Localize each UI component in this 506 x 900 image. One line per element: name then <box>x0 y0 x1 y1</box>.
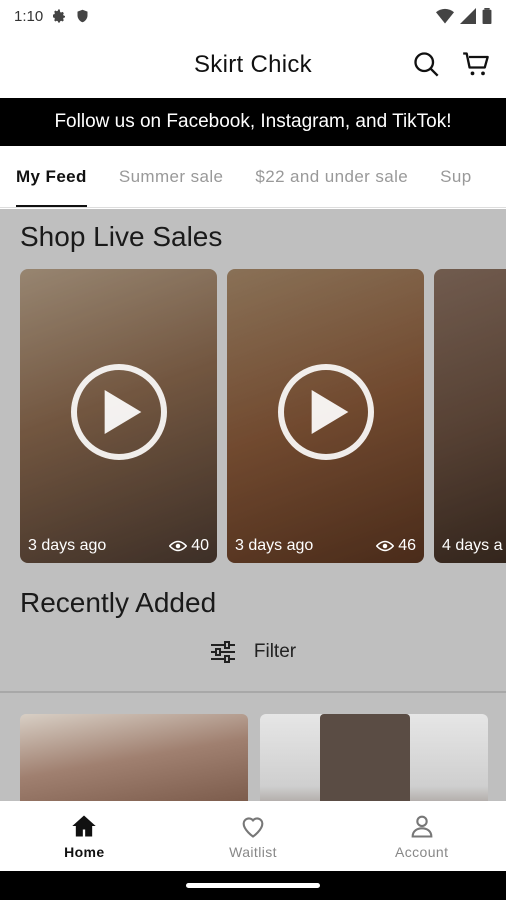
promo-banner[interactable]: Follow us on Facebook, Instagram, and Ti… <box>0 98 506 146</box>
tab-22-and-under-sale[interactable]: $22 and under sale <box>239 146 424 207</box>
tab-sup[interactable]: Sup <box>424 146 487 207</box>
app-title: Skirt Chick <box>194 51 312 78</box>
product-card[interactable] <box>260 714 488 801</box>
status-time: 1:10 <box>14 7 44 25</box>
eye-icon <box>169 540 188 552</box>
app-header: Skirt Chick <box>0 32 506 98</box>
nav-account[interactable]: Account <box>337 801 506 871</box>
play-icon[interactable] <box>70 364 167 460</box>
gesture-bar <box>0 871 506 900</box>
video-views: 40 <box>191 537 209 554</box>
home-icon <box>72 815 96 837</box>
cart-icon[interactable] <box>462 50 490 78</box>
nav-home[interactable]: Home <box>0 801 169 871</box>
feed-content[interactable]: Shop Live Sales 3 days ago 40 3 days ago… <box>0 209 506 801</box>
video-age: 3 days ago <box>28 537 107 554</box>
filter-button[interactable]: Filter <box>0 641 506 663</box>
battery-icon <box>482 8 492 24</box>
video-age: 3 days ago <box>235 537 314 554</box>
status-bar: 1:10 <box>0 0 506 32</box>
product-image <box>320 714 410 801</box>
category-tabs: My Feed Summer sale $22 and under sale S… <box>0 146 506 208</box>
sliders-icon <box>210 641 235 663</box>
live-video-card[interactable]: 3 days ago 40 <box>20 269 217 563</box>
nav-home-label: Home <box>64 844 105 860</box>
eye-icon <box>376 540 395 552</box>
video-age: 4 days a <box>442 537 503 554</box>
product-card[interactable] <box>20 714 248 801</box>
search-icon[interactable] <box>412 50 440 78</box>
tab-summer-sale[interactable]: Summer sale <box>103 146 240 207</box>
live-video-card[interactable]: 3 days ago 46 <box>227 269 424 563</box>
account-icon <box>411 815 433 838</box>
home-gesture-handle[interactable] <box>186 883 320 888</box>
section-title-recently-added: Recently Added <box>20 587 217 618</box>
signal-icon <box>460 8 476 24</box>
nav-waitlist[interactable]: Waitlist <box>169 801 338 871</box>
nav-account-label: Account <box>394 844 449 860</box>
bottom-nav: Home Waitlist Account <box>0 801 506 871</box>
filter-label: Filter <box>253 641 297 662</box>
live-video-card[interactable]: 4 days a <box>434 269 506 563</box>
play-icon[interactable] <box>277 364 374 460</box>
tab-my-feed[interactable]: My Feed <box>0 146 103 207</box>
shield-icon <box>77 9 88 23</box>
nav-waitlist-label: Waitlist <box>229 844 277 860</box>
heart-icon <box>242 817 264 838</box>
settings-gear-icon <box>53 9 66 23</box>
divider <box>0 691 506 693</box>
video-views: 46 <box>398 537 416 554</box>
wifi-icon <box>436 8 454 24</box>
section-title-live-sales: Shop Live Sales <box>20 221 223 252</box>
